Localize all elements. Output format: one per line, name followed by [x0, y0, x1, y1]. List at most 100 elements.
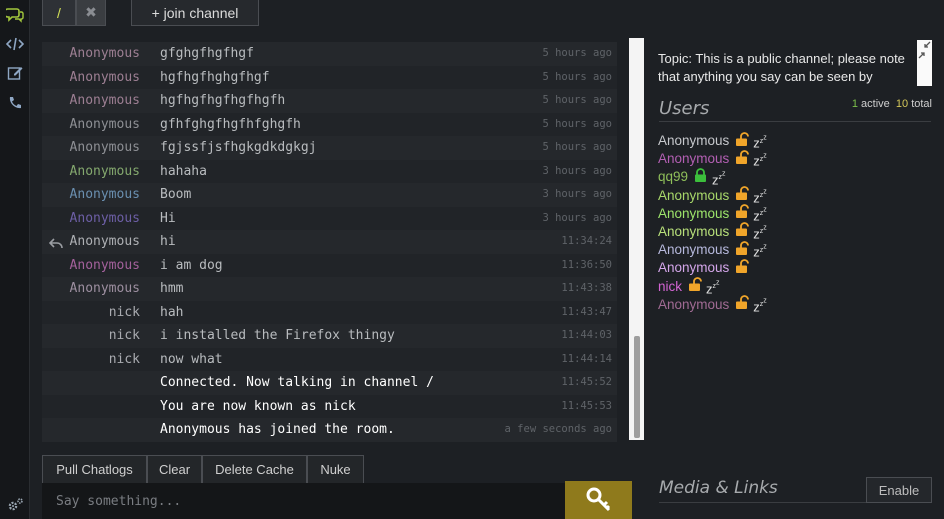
message-text: fgjssfjsfhgkgdkdgkgj [160, 140, 317, 155]
message-nick[interactable]: Anonymous [70, 230, 140, 254]
edit-icon[interactable] [4, 62, 25, 83]
message-nick[interactable]: Anonymous [70, 136, 140, 160]
users-divider [659, 121, 931, 122]
user-name: qq99 [658, 169, 689, 185]
phone-icon[interactable] [4, 92, 25, 113]
send-button[interactable] [565, 481, 632, 519]
message-timestamp: 3 hours ago [542, 211, 612, 224]
message-nick[interactable]: nick [109, 324, 140, 348]
message-text: Boom [160, 187, 192, 202]
nuke-label: Nuke [320, 462, 351, 477]
media-divider [659, 502, 867, 503]
chat-log: Anonymous gfghgfhgfhgf 5 hours ago Anonymou… [42, 42, 617, 442]
chat-bubbles-icon[interactable] [4, 4, 25, 25]
lock-open-icon [729, 222, 751, 241]
message-text: hgfhgfhgfhgfhgfh [160, 93, 286, 108]
chat-message: Anonymous gfghgfhgfhgf 5 hours ago [42, 42, 617, 66]
message-nick[interactable]: Anonymous [70, 42, 140, 66]
lock-open-icon [729, 204, 751, 223]
clear-label: Clear [158, 462, 191, 477]
chat-message: Anonymous Boom 3 hours ago [42, 183, 617, 207]
user-list-item[interactable]: qq99 zzz [658, 167, 767, 187]
lock-open-icon [729, 295, 751, 314]
pull-chatlogs-button[interactable]: Pull Chatlogs [42, 455, 147, 483]
user-list-item[interactable]: nick zzz [658, 277, 767, 296]
message-timestamp: 11:44:03 [561, 329, 612, 341]
chat-message: Anonymous fgjssfjsfhgkgdkdgkgj 5 hours ago [42, 136, 617, 160]
chat-message: nick now what 11:44:14 [42, 347, 617, 372]
message-text: i am dog [160, 257, 223, 273]
enable-label: Enable [878, 482, 920, 498]
message-timestamp: 3 hours ago [542, 164, 612, 177]
active-count: 1 [851, 98, 858, 110]
lock-open-icon [729, 258, 751, 278]
total-label: total [911, 98, 932, 110]
user-name: Anonymous [658, 296, 730, 312]
message-text: i installed the Firefox thingy [160, 328, 395, 343]
message-nick[interactable]: Anonymous [70, 207, 140, 231]
user-name: Anonymous [658, 133, 730, 148]
idle-icon: zzz [753, 297, 767, 315]
message-timestamp: 11:45:52 [561, 376, 612, 388]
user-counts: 1 active 10 total [852, 98, 932, 110]
message-timestamp: 3 hours ago [542, 188, 612, 200]
message-text: Connected. Now talking in channel / [160, 375, 434, 390]
message-timestamp: 5 hours ago [542, 47, 612, 59]
delete-cache-button[interactable]: Delete Cache [202, 455, 307, 483]
chat-message: Anonymous gfhfghgfhgfhfghgfh 5 hours ago [42, 112, 617, 137]
chat-message: Anonymous hahaha 3 hours ago [42, 159, 617, 184]
message-text: You are now known as nick [160, 398, 356, 414]
lock-open-icon [729, 131, 751, 151]
chat-message: Connected. Now talking in channel / 11:45… [42, 371, 617, 395]
topic-expand-button[interactable] [917, 40, 932, 86]
user-list-item[interactable]: Anonymous zzz [658, 240, 767, 260]
close-channel-button[interactable]: ✖ [76, 0, 106, 26]
clear-button[interactable]: Clear [147, 455, 202, 483]
idle-icon: zzz [753, 243, 767, 260]
tab-channel-label: / [57, 4, 61, 21]
message-input[interactable] [42, 483, 565, 519]
scrollbar-thumb[interactable] [634, 336, 640, 438]
message-timestamp: 11:34:24 [561, 235, 612, 247]
user-name: Anonymous [658, 242, 730, 258]
message-text: hmm [160, 281, 184, 296]
user-list-item[interactable]: Anonymous zzz [658, 204, 767, 224]
message-text: gfghgfhgfhgf [160, 46, 254, 61]
chat-message: Anonymous Hi 3 hours ago [42, 206, 617, 231]
idle-icon: zzz [753, 152, 767, 170]
chat-message: Anonymous hgfhgfhghgfhgf 5 hours ago [42, 65, 617, 90]
code-icon[interactable] [4, 33, 25, 54]
close-icon: ✖ [85, 4, 97, 20]
user-list-item[interactable]: Anonymous zzz [658, 131, 767, 151]
message-nick[interactable]: Anonymous [70, 113, 140, 137]
user-list-item[interactable]: Anonymous zzz [658, 295, 767, 315]
message-nick[interactable]: Anonymous [70, 160, 140, 184]
user-name: Anonymous [658, 205, 730, 221]
message-nick[interactable]: nick [109, 301, 140, 325]
tab-channel[interactable]: / [42, 0, 76, 26]
message-nick[interactable]: Anonymous [70, 183, 140, 207]
settings-icon[interactable] [4, 494, 25, 515]
lock-open-icon [729, 240, 751, 260]
join-channel-button[interactable]: + join channel [131, 0, 259, 26]
nuke-button[interactable]: Nuke [307, 455, 364, 483]
message-timestamp: 5 hours ago [542, 117, 612, 130]
message-timestamp: 5 hours ago [542, 141, 612, 153]
message-nick[interactable]: Anonymous [70, 89, 140, 113]
enable-media-button[interactable]: Enable [866, 477, 932, 503]
message-text: Anonymous has joined the room. [160, 422, 395, 437]
chat-message: Anonymous hi 11:34:24 [42, 230, 617, 254]
user-list: Anonymous zzz Anonymous zzz qq99 zzz Anonymous… [658, 131, 767, 315]
message-nick[interactable]: Anonymous [70, 277, 140, 301]
message-timestamp: 11:44:14 [561, 352, 612, 365]
message-nick[interactable]: nick [109, 348, 140, 372]
user-name: Anonymous [658, 187, 730, 203]
chat-message: nick i installed the Firefox thingy 11:44:… [42, 324, 617, 348]
user-list-item[interactable]: Anonymous zzz [658, 186, 767, 205]
lock-closed-icon [688, 167, 710, 187]
chat-message: Anonymous hmm 11:43:38 [42, 277, 617, 301]
message-nick[interactable]: Anonymous [70, 66, 140, 90]
chat-scrollbar[interactable] [629, 38, 644, 440]
message-nick[interactable]: Anonymous [70, 254, 140, 278]
user-list-item[interactable]: Anonymous zzz [658, 222, 767, 242]
